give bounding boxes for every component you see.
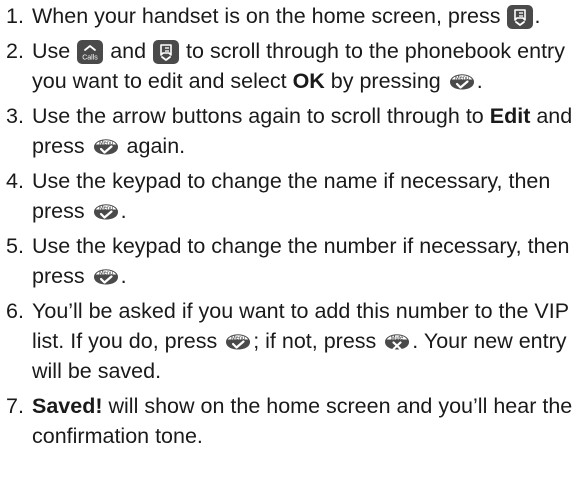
step-text: You’ll be asked if you want to add this … [32, 299, 569, 383]
mute-cancel-key-icon [383, 330, 411, 354]
step-number: 7. [6, 394, 24, 418]
step-3: 3. Use the arrow buttons again to scroll… [6, 101, 584, 161]
step-text: Use the arrow buttons again to scroll th… [32, 104, 573, 159]
phonebook-down-key-icon [507, 5, 533, 29]
step-4: 4. Use the keypad to change the name if … [6, 166, 584, 226]
menu-ok-key-icon [448, 70, 476, 94]
step-7: 7. Saved! will show on the home screen a… [6, 391, 584, 451]
step-6: 6. You’ll be asked if you want to add th… [6, 296, 584, 386]
calls-key-icon [77, 40, 103, 64]
menu-ok-key-icon [92, 200, 120, 224]
step-text: Saved! will show on the home screen and … [32, 394, 573, 448]
step-number: 5. [6, 234, 24, 258]
step-text: Use the keypad to change the name if nec… [32, 169, 551, 224]
phonebook-down-key-icon [153, 40, 179, 64]
menu-ok-key-icon [92, 135, 120, 159]
step-text: Use the keypad to change the number if n… [32, 234, 570, 289]
menu-ok-key-icon [224, 330, 252, 354]
step-number: 6. [6, 299, 24, 323]
step-number: 4. [6, 169, 24, 193]
step-number: 2. [6, 39, 24, 63]
step-2: 2. Use and to scroll through to the phon… [6, 36, 584, 96]
step-number: 3. [6, 104, 24, 128]
instruction-steps: 1. When your handset is on the home scre… [6, 1, 584, 456]
menu-ok-key-icon [92, 265, 120, 289]
step-1: 1. When your handset is on the home scre… [6, 1, 584, 31]
step-number: 1. [6, 4, 24, 28]
step-text: When your handset is on the home screen,… [32, 4, 541, 29]
step-5: 5. Use the keypad to change the number i… [6, 231, 584, 291]
step-text: Use and to scroll through to the phonebo… [32, 39, 565, 94]
